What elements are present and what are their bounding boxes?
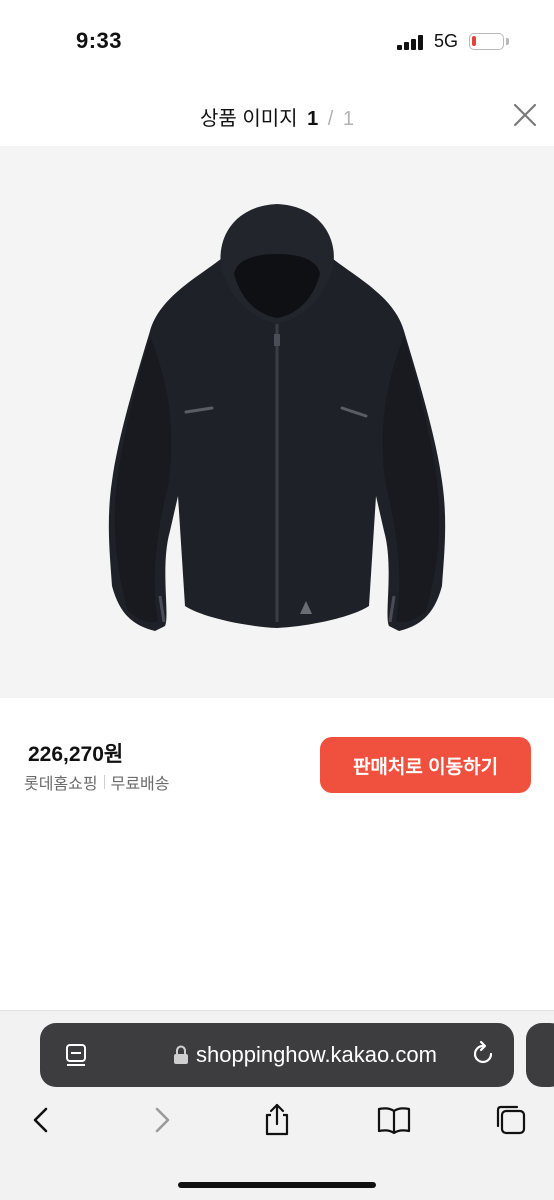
page-title: 상품 이미지 1 / 1 bbox=[0, 102, 554, 131]
divider bbox=[103, 775, 105, 789]
seller-info: 롯데홈쇼핑 무료배송 bbox=[24, 770, 170, 794]
back-button[interactable] bbox=[24, 1102, 60, 1138]
close-icon bbox=[513, 103, 537, 127]
status-bar: 9:33 5G bbox=[0, 0, 554, 84]
image-current-index: 1 bbox=[307, 108, 319, 130]
close-button[interactable] bbox=[511, 101, 539, 129]
home-indicator bbox=[178, 1182, 376, 1188]
reload-button[interactable] bbox=[469, 1040, 497, 1068]
battery-level bbox=[472, 36, 476, 46]
bookmarks-icon bbox=[377, 1107, 411, 1135]
go-to-seller-button[interactable]: 판매처로 이동하기 bbox=[320, 737, 531, 793]
tabs-button[interactable] bbox=[493, 1102, 529, 1138]
image-index-separator: / bbox=[327, 108, 334, 130]
signal-icon bbox=[397, 35, 427, 50]
seller-name: 롯데홈쇼핑 bbox=[24, 776, 98, 793]
shipping-info: 무료배송 bbox=[110, 776, 170, 793]
title-label: 상품 이미지 bbox=[199, 108, 298, 130]
bookmarks-button[interactable] bbox=[376, 1102, 412, 1138]
image-total-count: 1 bbox=[342, 108, 355, 130]
back-icon bbox=[33, 1107, 48, 1133]
status-time: 9:33 bbox=[76, 28, 123, 53]
battery-tip bbox=[506, 38, 509, 45]
share-button[interactable] bbox=[259, 1102, 295, 1138]
address-bar[interactable]: shoppinghow.kakao.com bbox=[40, 1023, 514, 1087]
reload-icon bbox=[473, 1040, 493, 1064]
forward-button[interactable] bbox=[143, 1102, 179, 1138]
jacket-image bbox=[108, 204, 446, 631]
tabs-icon bbox=[496, 1105, 526, 1135]
url-text: shoppinghow.kakao.com bbox=[196, 1042, 437, 1067]
battery-icon bbox=[469, 33, 504, 50]
image-viewer-header: 상품 이미지 1 / 1 bbox=[0, 84, 554, 146]
product-price: 226,270원 bbox=[28, 743, 124, 766]
network-label: 5G bbox=[434, 31, 459, 51]
next-tab-pill[interactable] bbox=[526, 1023, 554, 1087]
share-icon bbox=[265, 1103, 289, 1136]
reader-icon[interactable] bbox=[62, 1041, 90, 1069]
lock-icon bbox=[174, 1045, 188, 1064]
forward-icon bbox=[155, 1107, 170, 1133]
product-image[interactable] bbox=[0, 146, 554, 698]
